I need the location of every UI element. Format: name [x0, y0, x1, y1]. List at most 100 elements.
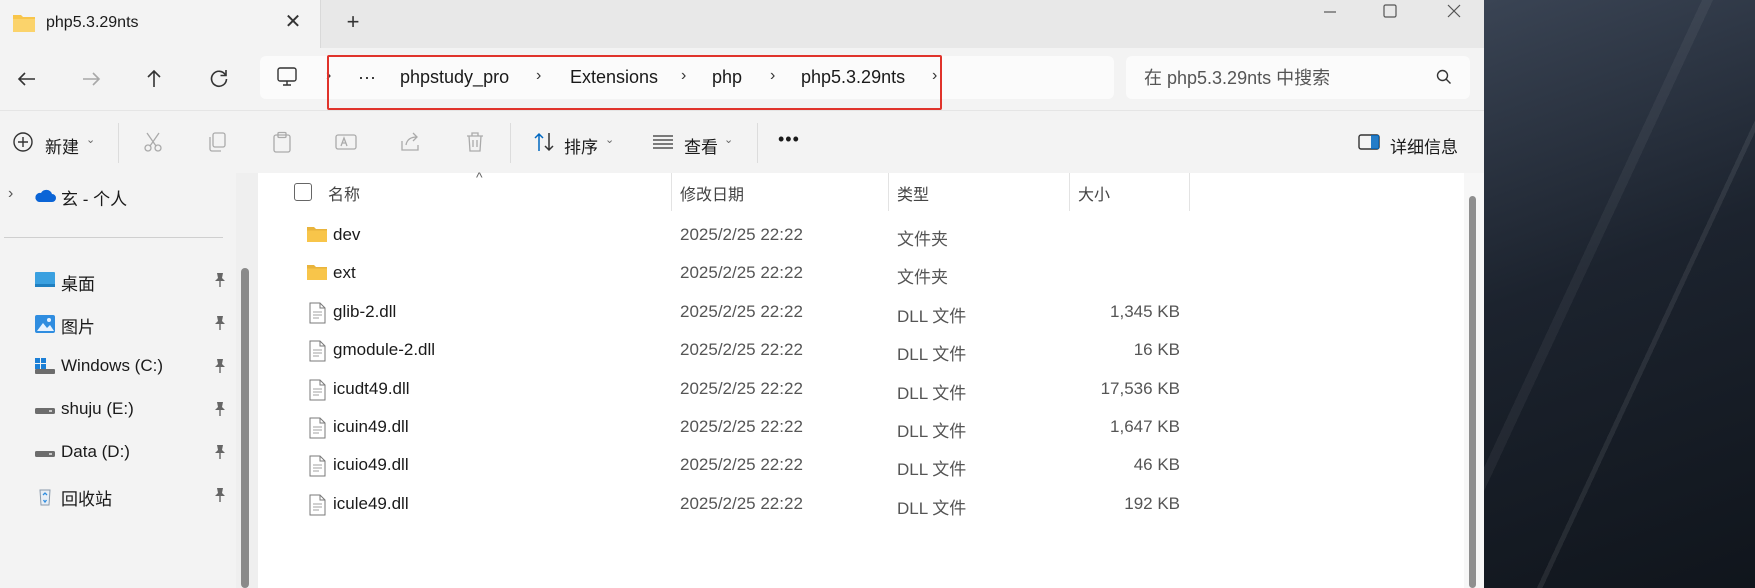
back-button[interactable]: [14, 66, 40, 92]
cut-button[interactable]: [142, 131, 164, 158]
refresh-button[interactable]: [206, 66, 232, 92]
select-all-checkbox[interactable]: [294, 183, 312, 201]
arrow-up-icon: [147, 69, 161, 87]
sort-button-label[interactable]: 排序: [564, 133, 598, 158]
search-box[interactable]: [1126, 56, 1470, 101]
sidebar-item-shuju-e[interactable]: shuju (E:): [0, 392, 236, 426]
breadcrumb-more[interactable]: ···: [358, 67, 376, 88]
column-header-type[interactable]: 类型: [897, 181, 929, 205]
column-header-size[interactable]: 大小: [1078, 181, 1110, 205]
view-button[interactable]: [652, 131, 674, 158]
dll-file-icon: [308, 494, 326, 521]
column-divider[interactable]: [1069, 173, 1070, 211]
file-name: ext: [333, 263, 356, 283]
file-name: gmodule-2.dll: [333, 340, 436, 360]
file-size: 1,647 KB: [1110, 417, 1180, 436]
this-pc-icon[interactable]: [276, 67, 298, 92]
tab-title: php5.3.29nts: [46, 14, 139, 31]
pin-icon[interactable]: [213, 358, 227, 379]
expand-chevron-icon[interactable]: ›: [8, 185, 13, 203]
scissors-icon: [144, 132, 162, 152]
breadcrumb-separator[interactable]: ›: [681, 67, 686, 85]
file-list-scrollbar[interactable]: [1469, 196, 1476, 588]
sidebar-item-windows-c[interactable]: Windows (C:): [0, 349, 236, 383]
close-window-button[interactable]: [1426, 0, 1482, 26]
breadcrumb-separator[interactable]: ›: [770, 67, 775, 85]
paste-button[interactable]: [271, 131, 293, 158]
copy-button[interactable]: [206, 131, 228, 158]
file-size: 192 KB: [1124, 493, 1180, 513]
sidebar-item-pictures[interactable]: 图片: [0, 306, 236, 340]
view-list-icon: [653, 135, 673, 149]
rename-button[interactable]: [335, 131, 357, 158]
breadcrumb-php5-3-29nts[interactable]: php5.3.29nts: [801, 67, 905, 88]
file-row[interactable]: icuio49.dll 2025/2/25 22:22 DLL 文件 46 KB: [258, 446, 1464, 484]
new-button[interactable]: [12, 131, 34, 158]
onedrive-cloud-icon: [34, 187, 56, 205]
search-input[interactable]: [1126, 56, 1446, 101]
file-row[interactable]: glib-2.dll 2025/2/25 22:22 DLL 文件 1,345 KB: [258, 293, 1464, 331]
delete-button[interactable]: [464, 131, 486, 158]
pin-icon[interactable]: [213, 401, 227, 422]
file-modified-date: 2025/2/25 22:22: [680, 455, 803, 475]
more-options-button[interactable]: •••: [778, 129, 800, 150]
chevron-down-icon[interactable]: ⌄: [86, 133, 95, 146]
drive-icon: [34, 400, 56, 418]
desktop-wallpaper: [1484, 0, 1755, 588]
sidebar-item-data-d[interactable]: Data (D:): [0, 435, 236, 469]
sidebar-item-label: 玄 - 个人: [61, 190, 128, 209]
pin-icon[interactable]: [213, 315, 227, 336]
search-icon[interactable]: [1436, 69, 1452, 90]
sidebar-scrollbar[interactable]: [241, 268, 249, 588]
minimize-button[interactable]: [1302, 0, 1358, 26]
forward-button[interactable]: [78, 66, 104, 92]
column-divider[interactable]: [671, 173, 672, 211]
breadcrumb-separator[interactable]: ›: [326, 67, 331, 85]
file-modified-date: 2025/2/25 22:22: [680, 340, 803, 360]
tab-close-button[interactable]: ✕: [282, 11, 304, 33]
sort-button[interactable]: [533, 131, 555, 158]
column-divider[interactable]: [1189, 173, 1190, 211]
details-pane-label[interactable]: 详细信息: [1390, 133, 1458, 158]
file-modified-date: 2025/2/25 22:22: [680, 417, 803, 436]
file-row[interactable]: ext 2025/2/25 22:22 文件夹: [258, 254, 1464, 292]
view-button-label[interactable]: 查看: [684, 133, 718, 158]
file-type: DLL 文件: [897, 345, 967, 365]
sidebar-item-recycle-bin[interactable]: 回收站: [0, 478, 236, 512]
new-tab-button[interactable]: +: [341, 10, 365, 34]
new-button-label[interactable]: 新建: [45, 133, 79, 158]
breadcrumb-php[interactable]: php: [712, 67, 742, 88]
column-header-date[interactable]: 修改日期: [680, 181, 744, 205]
file-size: 16 KB: [1133, 340, 1180, 360]
file-row[interactable]: dev 2025/2/25 22:22 文件夹: [258, 216, 1464, 254]
share-button[interactable]: [399, 131, 421, 158]
file-size: 46 KB: [1133, 455, 1180, 475]
details-pane-button[interactable]: [1358, 131, 1380, 158]
file-row[interactable]: icuin49.dll 2025/2/25 22:22 DLL 文件 1,647 KB: [258, 408, 1464, 446]
chevron-down-icon[interactable]: ⌄: [605, 133, 614, 146]
column-header-name[interactable]: 名称: [328, 181, 360, 205]
chevron-down-icon[interactable]: ⌄: [724, 133, 733, 146]
file-list: 名称 ^ 修改日期 类型 大小 dev 2025/2/25 22:22 文件夹 ext…: [258, 169, 1464, 588]
pin-icon[interactable]: [213, 487, 227, 508]
file-name: dev: [333, 225, 361, 244]
breadcrumb-separator[interactable]: ›: [536, 67, 541, 85]
breadcrumb-phpstudy-pro[interactable]: phpstudy_pro: [400, 67, 509, 88]
sidebar-item-desktop[interactable]: 桌面: [0, 263, 236, 297]
file-name: icuin49.dll: [333, 417, 409, 436]
breadcrumb-separator[interactable]: ›: [932, 67, 937, 85]
up-button[interactable]: [141, 66, 167, 92]
file-row[interactable]: icudt49.dll 2025/2/25 22:22 DLL 文件 17,536 K…: [258, 370, 1464, 408]
pin-icon[interactable]: [213, 444, 227, 465]
recycle-bin-icon: [34, 486, 56, 506]
address-bar[interactable]: › ··· phpstudy_pro › Extensions › php › …: [260, 55, 1114, 110]
pin-icon[interactable]: [213, 272, 227, 293]
maximize-button[interactable]: [1362, 0, 1418, 26]
divider: [510, 123, 511, 163]
column-divider[interactable]: [888, 173, 889, 211]
sidebar-item-onedrive[interactable]: › 玄 - 个人: [0, 178, 236, 212]
breadcrumb-extensions[interactable]: Extensions: [570, 67, 658, 88]
tab-php5-3-29nts[interactable]: php5.3.29nts ✕: [0, 0, 321, 48]
file-row[interactable]: icule49.dll 2025/2/25 22:22 DLL 文件 192 KB: [258, 485, 1464, 523]
file-row[interactable]: gmodule-2.dll 2025/2/25 22:22 DLL 文件 16 KB: [258, 331, 1464, 369]
